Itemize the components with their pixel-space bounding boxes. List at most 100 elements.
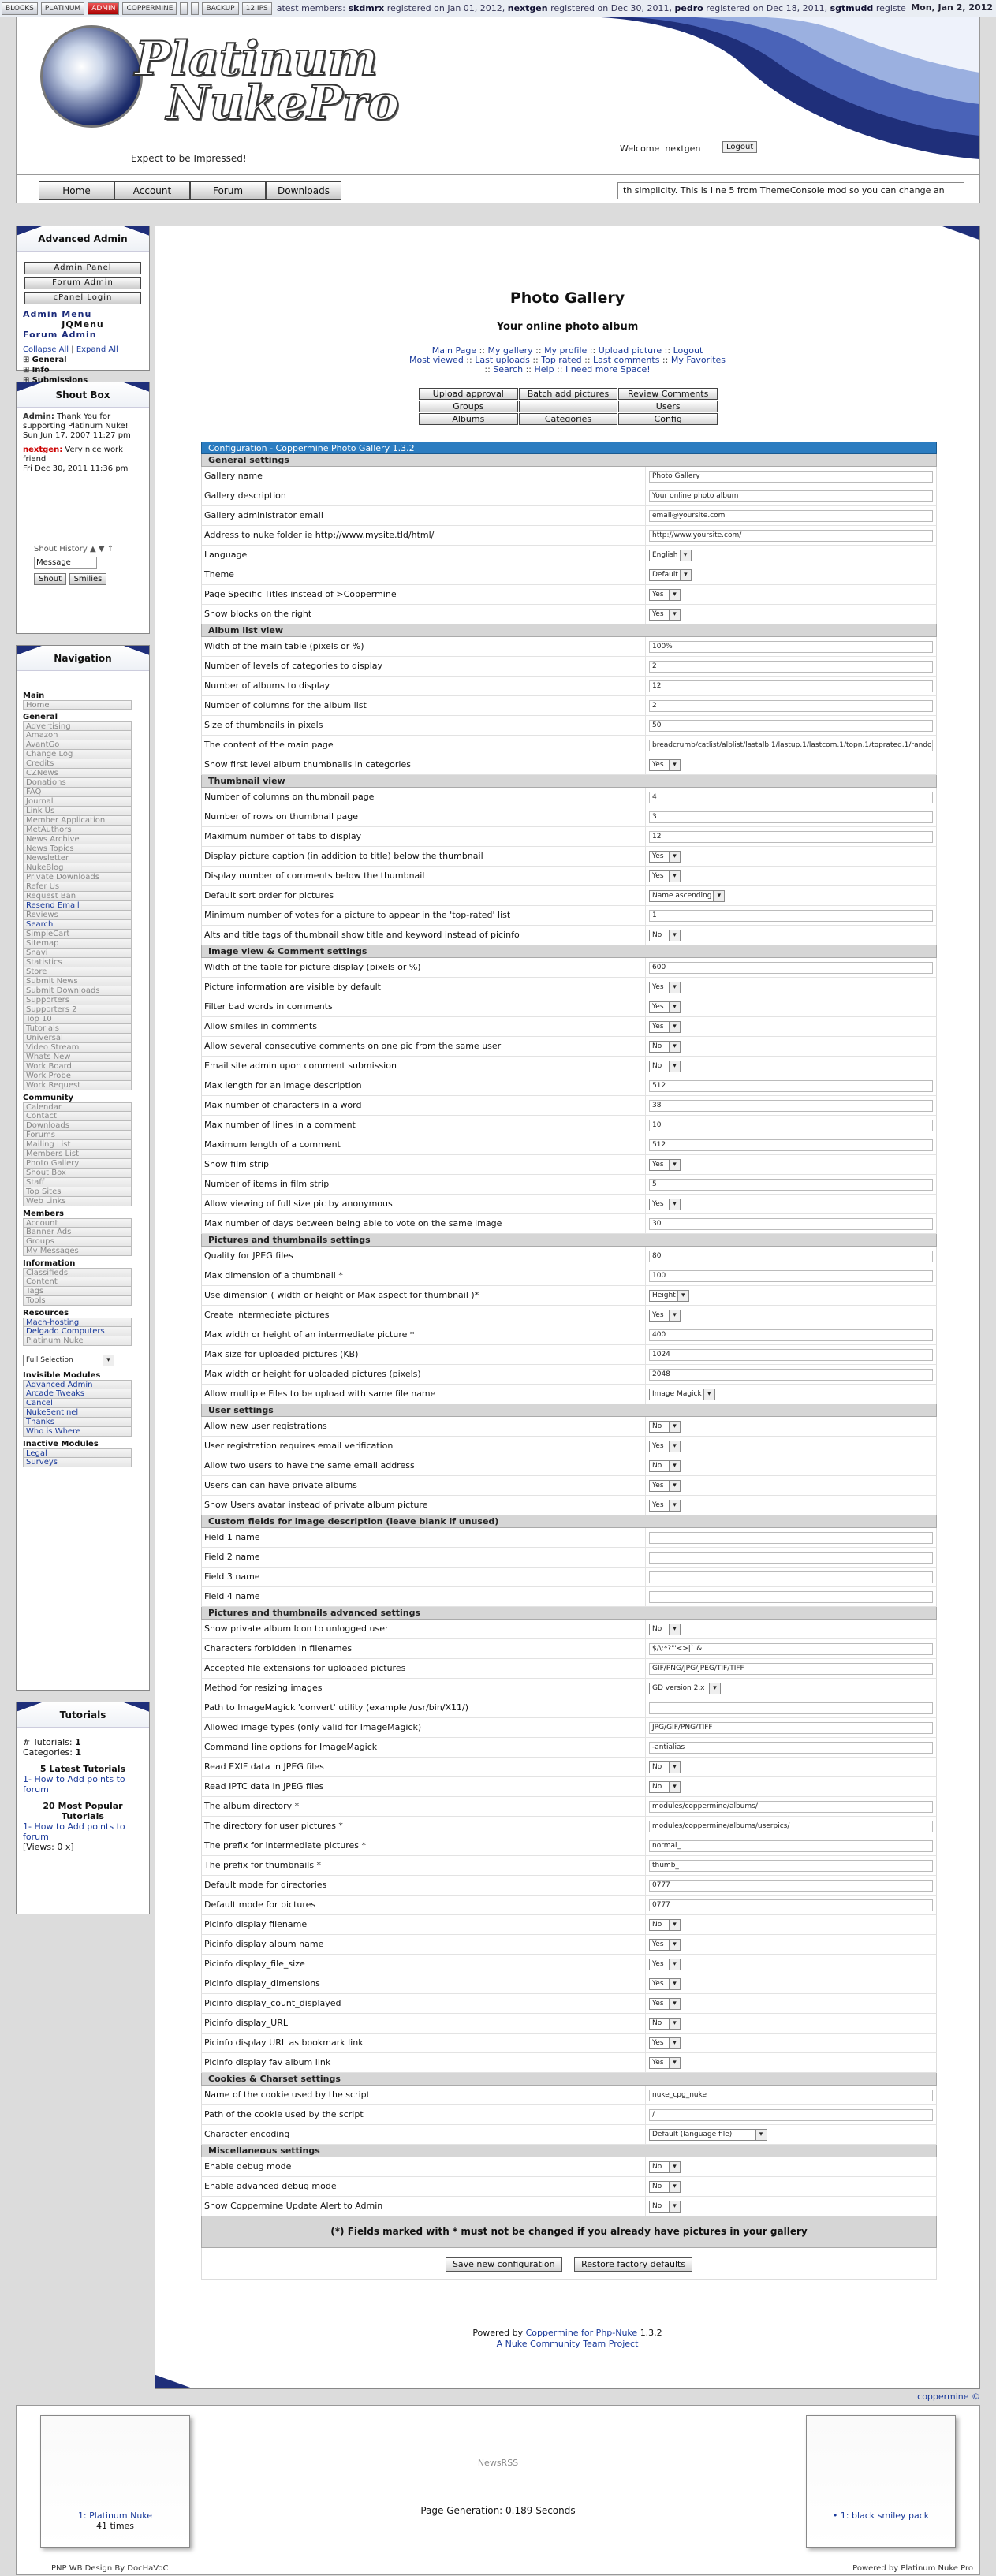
config-input[interactable]: GIF/PNG/JPG/JPEG/TIF/TIFF: [649, 1662, 933, 1675]
smiley-pack-link[interactable]: • 1: black smiley pack: [833, 2511, 929, 2521]
gallery-admin-button[interactable]: Users: [618, 401, 718, 412]
nav-link[interactable]: Search: [23, 920, 132, 930]
nav-link[interactable]: Whats New: [23, 1053, 132, 1062]
config-input[interactable]: 2: [649, 660, 933, 673]
nav-link[interactable]: Resend Email: [23, 901, 132, 911]
nav-link[interactable]: Legal: [23, 1448, 132, 1458]
nav-link[interactable]: Surveys: [23, 1458, 132, 1467]
nav-link[interactable]: Work Board: [23, 1062, 132, 1072]
nav-link[interactable]: Account: [23, 1218, 132, 1228]
config-select[interactable]: Yes: [649, 870, 681, 882]
gallery-admin-button[interactable]: Review Comments: [618, 388, 718, 400]
nav-link[interactable]: NukeBlog: [23, 863, 132, 873]
admin-tree-item[interactable]: ⊞ General: [23, 355, 143, 365]
config-select[interactable]: No: [649, 1421, 681, 1433]
config-input[interactable]: JPG/GIF/PNG/TIFF: [649, 1721, 933, 1734]
config-select[interactable]: No: [649, 2201, 681, 2213]
nav-link[interactable]: Home: [23, 700, 132, 710]
gallery-admin-button[interactable]: Categories: [518, 413, 618, 425]
nav-link[interactable]: AvantGo: [23, 740, 132, 750]
gallery-menu-link[interactable]: Help: [534, 364, 554, 375]
config-input[interactable]: modules/coppermine/albums/userpics/: [649, 1820, 933, 1832]
config-select[interactable]: No: [649, 1761, 681, 1773]
config-select[interactable]: No: [649, 1624, 681, 1635]
config-select[interactable]: Yes: [649, 1310, 681, 1322]
config-input[interactable]: breadcrumb/catlist/alblist/lastalb,1/las…: [649, 739, 933, 751]
gallery-menu-link[interactable]: My Favorites: [671, 355, 726, 365]
expand-all-link[interactable]: Expand All: [76, 345, 118, 354]
config-select[interactable]: Yes: [649, 851, 681, 863]
config-select[interactable]: Yes: [649, 1998, 681, 2010]
nav-link[interactable]: Classifieds: [23, 1268, 132, 1277]
config-input[interactable]: email@yoursite.com: [649, 509, 933, 522]
config-select[interactable]: Yes: [649, 1159, 681, 1171]
nav-link[interactable]: Supporters 2: [23, 1005, 132, 1015]
config-input[interactable]: 100%: [649, 640, 933, 653]
config-select[interactable]: Yes: [649, 982, 681, 993]
nav-button-forum[interactable]: Forum: [190, 181, 266, 200]
nav-link[interactable]: Calendar: [23, 1102, 132, 1112]
config-input[interactable]: 3: [649, 811, 933, 823]
config-input[interactable]: [649, 1590, 933, 1603]
config-input[interactable]: 512: [649, 1139, 933, 1151]
config-input[interactable]: /: [649, 2108, 933, 2121]
save-config-button[interactable]: Save new configuration: [445, 2257, 562, 2272]
config-select[interactable]: Yes: [649, 609, 681, 621]
nav-link[interactable]: Link Us: [23, 807, 132, 816]
config-select[interactable]: Default: [649, 569, 692, 581]
config-input[interactable]: 30: [649, 1217, 933, 1230]
quick-button[interactable]: PLATINUM: [40, 2, 85, 15]
nav-link[interactable]: My Messages: [23, 1247, 132, 1256]
nav-link[interactable]: Tutorials: [23, 1024, 132, 1034]
config-input[interactable]: 4: [649, 791, 933, 803]
gallery-admin-button[interactable]: Groups: [419, 401, 518, 412]
config-input[interactable]: [649, 1551, 933, 1564]
member-name[interactable]: pedro: [674, 3, 703, 13]
config-input[interactable]: [649, 1571, 933, 1583]
nav-link[interactable]: Platinum Nuke: [23, 1336, 132, 1346]
config-select[interactable]: Yes: [649, 1480, 681, 1492]
collapse-all-link[interactable]: Collapse All: [23, 345, 69, 354]
forum-admin-title[interactable]: Forum Admin: [23, 330, 143, 340]
quick-button[interactable]: COPPERMINE: [122, 2, 177, 15]
logout-button[interactable]: Logout: [722, 141, 758, 153]
nav-link[interactable]: Photo Gallery: [23, 1159, 132, 1169]
gallery-admin-button[interactable]: Config: [618, 413, 718, 425]
config-select[interactable]: No: [649, 2181, 681, 2193]
config-select[interactable]: No: [649, 930, 681, 941]
nav-link[interactable]: Member Application: [23, 816, 132, 826]
restore-defaults-button[interactable]: Restore factory defaults: [574, 2257, 693, 2272]
nav-link[interactable]: Private Downloads: [23, 873, 132, 882]
nav-link[interactable]: News Topics: [23, 844, 132, 854]
nav-link[interactable]: FAQ: [23, 788, 132, 797]
quick-button[interactable]: BACKUP: [202, 2, 239, 15]
quick-button[interactable]: [191, 2, 200, 15]
config-input[interactable]: Your online photo album: [649, 490, 933, 502]
config-input[interactable]: 12: [649, 830, 933, 843]
config-select[interactable]: Name ascending: [649, 890, 726, 902]
member-name[interactable]: skdmrx: [349, 3, 385, 13]
config-select[interactable]: No: [649, 1460, 681, 1472]
config-select[interactable]: Yes: [649, 1500, 681, 1512]
nav-link[interactable]: Change Log: [23, 750, 132, 759]
config-select[interactable]: Yes: [649, 759, 681, 771]
nav-link[interactable]: Video Stream: [23, 1043, 132, 1053]
config-input[interactable]: 0777: [649, 1899, 933, 1911]
nav-link[interactable]: Amazon: [23, 731, 132, 740]
nav-link[interactable]: Members List: [23, 1150, 132, 1159]
nav-link[interactable]: Snavi: [23, 949, 132, 958]
gallery-admin-button[interactable]: [518, 401, 618, 412]
config-input[interactable]: nuke_cpg_nuke: [649, 2089, 933, 2101]
coppermine-copyright-link[interactable]: coppermine ©: [917, 2391, 980, 2402]
config-input[interactable]: 512: [649, 1079, 933, 1092]
nav-link[interactable]: Arcade Tweaks: [23, 1389, 132, 1399]
config-select[interactable]: Yes: [649, 2037, 681, 2049]
nav-link[interactable]: Shout Box: [23, 1169, 132, 1178]
shout-button[interactable]: Shout: [34, 573, 67, 585]
nav-link[interactable]: Thanks: [23, 1418, 132, 1427]
gallery-menu-link[interactable]: Search: [493, 364, 523, 375]
config-select[interactable]: Yes: [649, 1441, 681, 1452]
config-select[interactable]: Yes: [649, 1959, 681, 1970]
nav-button-home[interactable]: Home: [39, 181, 114, 200]
nav-link[interactable]: Cancel: [23, 1399, 132, 1408]
